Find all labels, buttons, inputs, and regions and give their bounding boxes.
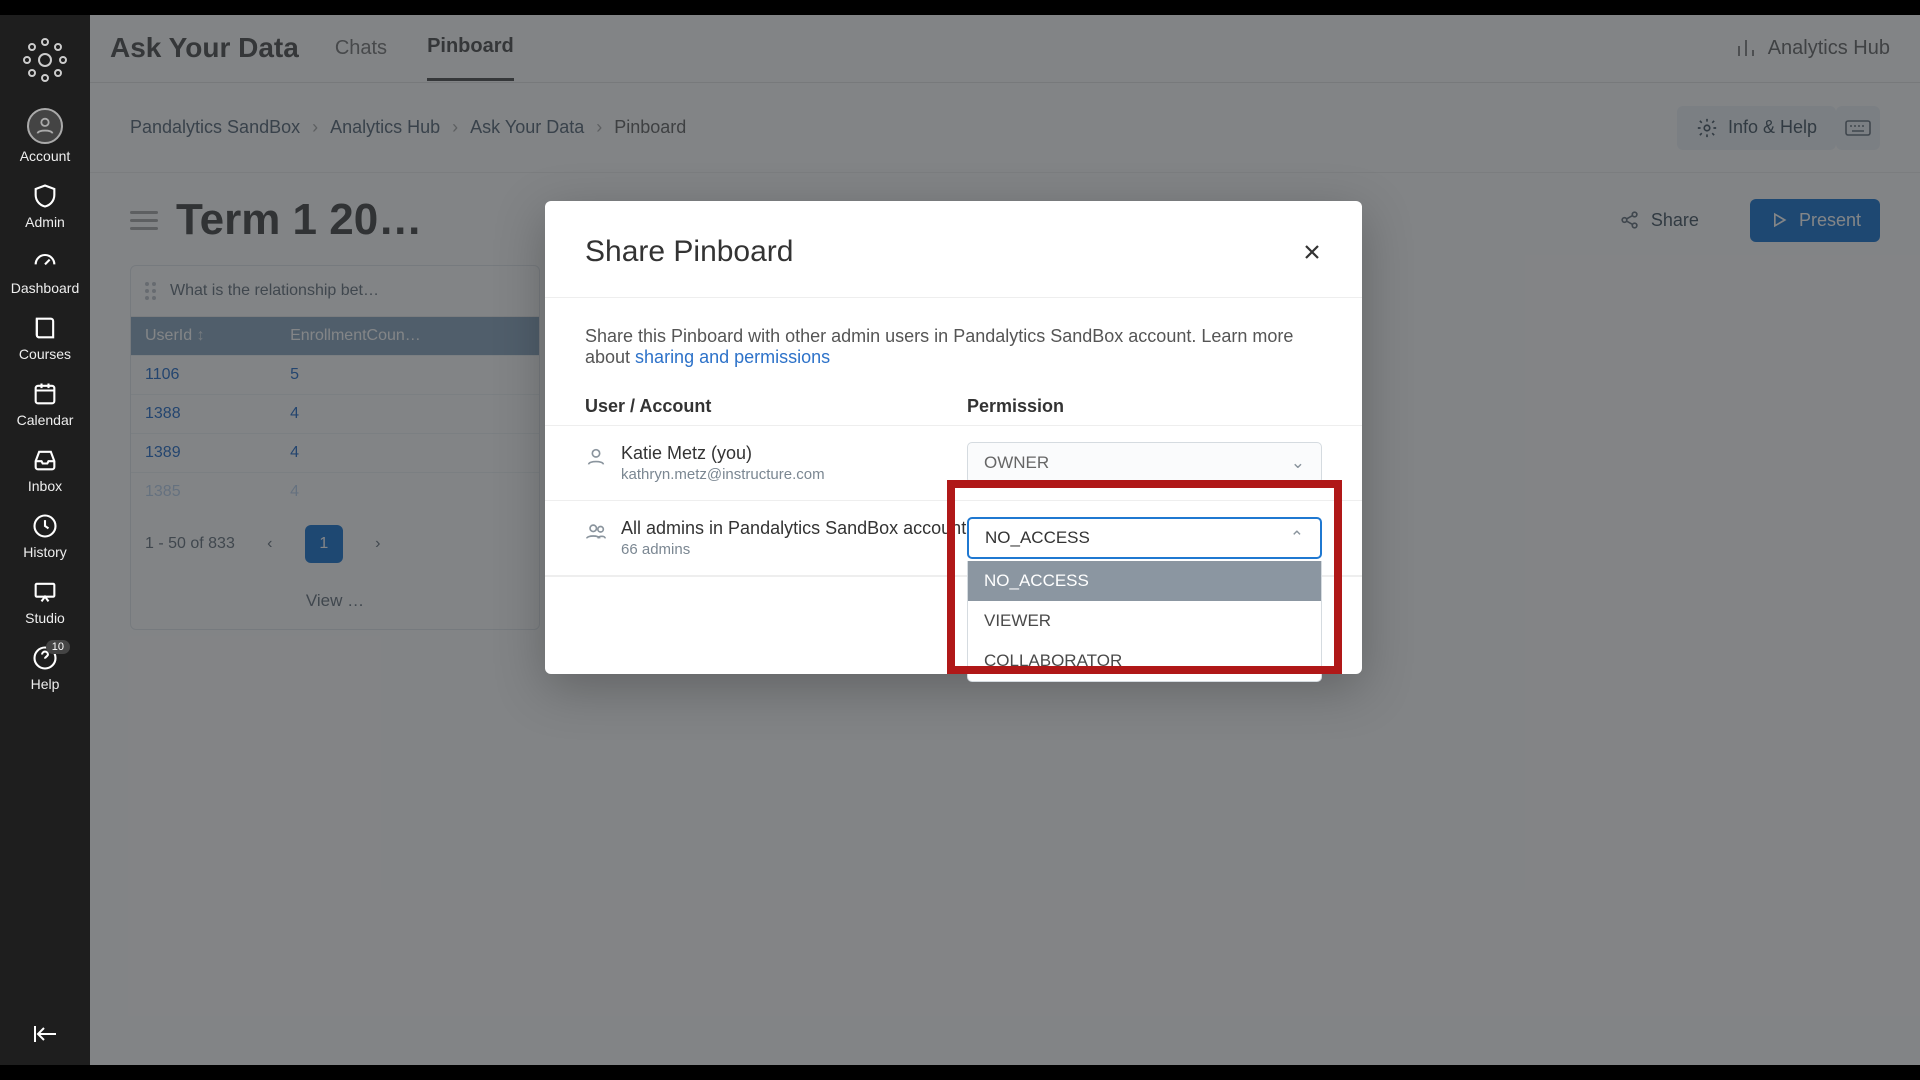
nav-label: Courses [19, 346, 71, 362]
nav-label: Admin [25, 214, 65, 230]
global-nav: Account Admin Dashboard Courses Calendar… [0, 14, 90, 1066]
permission-row-owner: Katie Metz (you) kathryn.metz@instructur… [545, 425, 1362, 500]
help-badge: 10 [46, 640, 70, 654]
selected-value: OWNER [984, 453, 1049, 473]
nav-admin[interactable]: Admin [0, 174, 90, 240]
gauge-icon [31, 248, 59, 276]
nav-label: Help [31, 676, 60, 692]
permission-dropdown: NO_ACCESS VIEWER COLLABORATOR [967, 561, 1322, 682]
col-permission: Permission [967, 396, 1322, 417]
presentation-icon [31, 578, 59, 606]
permission-select-admins[interactable]: NO_ACCESS ⌃ [967, 517, 1322, 559]
modal-description: Share this Pinboard with other admin use… [545, 298, 1362, 378]
nav-calendar[interactable]: Calendar [0, 372, 90, 438]
nav-studio[interactable]: Studio [0, 570, 90, 636]
option-no-access[interactable]: NO_ACCESS [968, 561, 1321, 601]
user-sub: 66 admins [621, 541, 966, 558]
user-email: kathryn.metz@instructure.com [621, 466, 825, 483]
app-shell: Account Admin Dashboard Courses Calendar… [0, 14, 1920, 1066]
chevron-up-icon: ⌃ [1290, 528, 1304, 548]
user-name: Katie Metz (you) [621, 443, 825, 464]
nav-label: Studio [25, 610, 65, 626]
book-icon [31, 314, 59, 342]
inbox-icon [31, 446, 59, 474]
nav-history[interactable]: History [0, 504, 90, 570]
nav-label: Calendar [17, 412, 74, 428]
nav-label: Dashboard [11, 280, 80, 296]
share-pinboard-modal: Share Pinboard Share this Pinboard with … [545, 201, 1362, 674]
avatar-icon [27, 108, 63, 144]
selected-value: NO_ACCESS [985, 528, 1090, 548]
app-logo-icon [21, 36, 69, 84]
nav-label: Account [20, 148, 71, 164]
chevron-down-icon: ⌄ [1291, 453, 1305, 473]
collapse-nav[interactable] [30, 1022, 60, 1046]
option-collaborator[interactable]: COLLABORATOR [968, 641, 1321, 681]
nav-account[interactable]: Account [0, 100, 90, 174]
collapse-icon [30, 1022, 60, 1046]
calendar-icon [31, 380, 59, 408]
close-icon [1302, 242, 1322, 262]
nav-dashboard[interactable]: Dashboard [0, 240, 90, 306]
main-area: Ask Your Data Chats Pinboard Analytics H… [90, 14, 1920, 1066]
sharing-docs-link[interactable]: sharing and permissions [635, 347, 830, 367]
modal-close-button[interactable] [1302, 242, 1322, 262]
user-icon [585, 446, 607, 468]
modal-title: Share Pinboard [585, 235, 793, 269]
col-user-account: User / Account [585, 396, 967, 417]
option-viewer[interactable]: VIEWER [968, 601, 1321, 641]
users-icon [585, 521, 607, 543]
permission-select-owner: OWNER ⌄ [967, 442, 1322, 484]
shield-icon [31, 182, 59, 210]
permission-row-admins: All admins in Pandalytics SandBox accoun… [545, 500, 1362, 576]
user-name: All admins in Pandalytics SandBox accoun… [621, 518, 966, 539]
clock-icon [31, 512, 59, 540]
nav-label: Inbox [28, 478, 62, 494]
nav-help[interactable]: 10 Help [0, 636, 90, 702]
nav-courses[interactable]: Courses [0, 306, 90, 372]
nav-inbox[interactable]: Inbox [0, 438, 90, 504]
nav-label: History [23, 544, 67, 560]
